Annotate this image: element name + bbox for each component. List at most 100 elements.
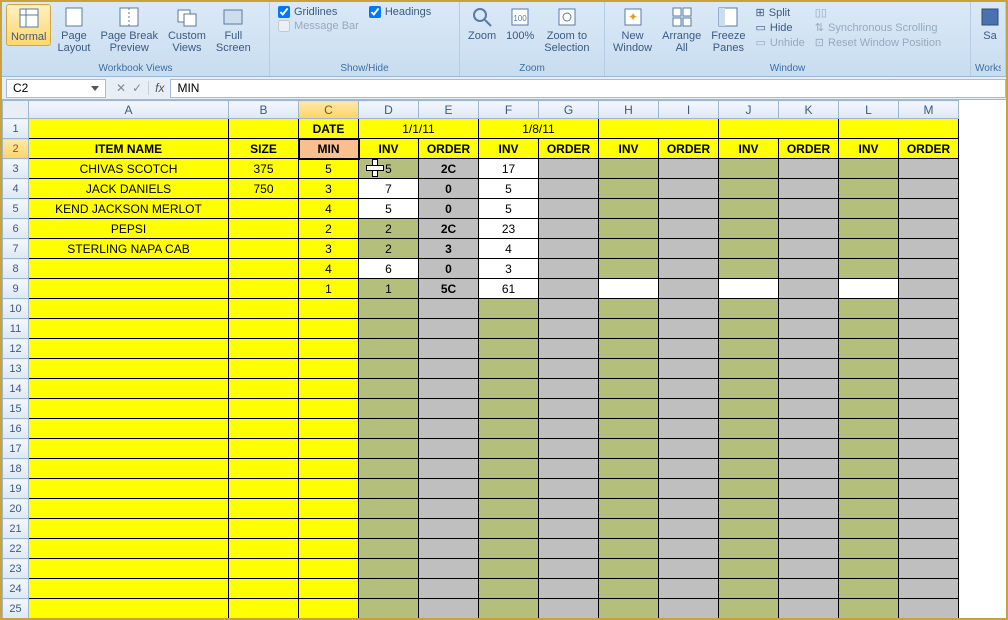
empty-cell[interactable] (29, 339, 229, 359)
empty-cell[interactable] (719, 599, 779, 619)
column-header[interactable]: H (599, 101, 659, 119)
empty-cell[interactable] (29, 419, 229, 439)
data-cell[interactable] (779, 179, 839, 199)
empty-cell[interactable] (599, 519, 659, 539)
empty-cell[interactable] (359, 539, 419, 559)
data-cell[interactable] (839, 279, 899, 299)
empty-cell[interactable] (229, 399, 299, 419)
empty-cell[interactable] (659, 459, 719, 479)
empty-cell[interactable] (779, 599, 839, 619)
select-all-corner[interactable] (3, 101, 29, 119)
empty-cell[interactable] (29, 399, 229, 419)
empty-cell[interactable] (539, 359, 599, 379)
empty-cell[interactable] (29, 499, 229, 519)
empty-cell[interactable] (599, 399, 659, 419)
page-break-button[interactable]: Page Break Preview (96, 4, 161, 56)
column-header[interactable]: M (899, 101, 959, 119)
empty-cell[interactable] (229, 359, 299, 379)
data-cell[interactable]: 23 (479, 219, 539, 239)
empty-cell[interactable] (229, 599, 299, 619)
cell[interactable] (29, 119, 229, 139)
row-header[interactable]: 7 (3, 239, 29, 259)
empty-cell[interactable] (539, 319, 599, 339)
empty-cell[interactable] (719, 319, 779, 339)
empty-cell[interactable] (359, 519, 419, 539)
zoom-selection-button[interactable]: Zoom to Selection (540, 4, 593, 56)
empty-cell[interactable] (659, 359, 719, 379)
empty-cell[interactable] (359, 439, 419, 459)
header-cell[interactable]: ORDER (899, 139, 959, 159)
empty-cell[interactable] (899, 519, 959, 539)
empty-cell[interactable] (659, 599, 719, 619)
empty-cell[interactable] (719, 519, 779, 539)
row-header[interactable]: 13 (3, 359, 29, 379)
arrange-all-button[interactable]: Arrange All (658, 4, 705, 56)
split-button[interactable]: ⊞Split (756, 6, 805, 19)
empty-cell[interactable] (719, 399, 779, 419)
empty-cell[interactable] (299, 379, 359, 399)
data-cell[interactable]: 4 (479, 239, 539, 259)
empty-cell[interactable] (229, 299, 299, 319)
data-cell[interactable] (839, 219, 899, 239)
empty-cell[interactable] (839, 399, 899, 419)
empty-cell[interactable] (229, 419, 299, 439)
empty-cell[interactable] (299, 359, 359, 379)
empty-cell[interactable] (359, 579, 419, 599)
data-cell[interactable] (719, 219, 779, 239)
empty-cell[interactable] (779, 559, 839, 579)
row-header[interactable]: 3 (3, 159, 29, 179)
empty-cell[interactable] (719, 379, 779, 399)
empty-cell[interactable] (539, 299, 599, 319)
empty-cell[interactable] (899, 539, 959, 559)
name-box[interactable]: C2 (6, 79, 106, 98)
empty-cell[interactable] (29, 479, 229, 499)
empty-cell[interactable] (599, 319, 659, 339)
empty-cell[interactable] (299, 599, 359, 619)
row-header[interactable]: 8 (3, 259, 29, 279)
empty-cell[interactable] (899, 459, 959, 479)
column-header[interactable]: A (29, 101, 229, 119)
empty-cell[interactable] (539, 379, 599, 399)
data-cell[interactable] (659, 259, 719, 279)
row-header[interactable]: 22 (3, 539, 29, 559)
empty-cell[interactable] (229, 499, 299, 519)
empty-cell[interactable] (719, 559, 779, 579)
data-cell[interactable] (839, 199, 899, 219)
normal-view-button[interactable]: Normal (6, 4, 51, 46)
data-cell[interactable] (719, 259, 779, 279)
data-cell[interactable]: 0 (419, 259, 479, 279)
empty-cell[interactable] (359, 559, 419, 579)
empty-cell[interactable] (229, 459, 299, 479)
data-cell[interactable] (719, 159, 779, 179)
date-cell[interactable] (719, 119, 839, 139)
empty-cell[interactable] (899, 399, 959, 419)
row-header[interactable]: 18 (3, 459, 29, 479)
empty-cell[interactable] (899, 499, 959, 519)
empty-cell[interactable] (659, 339, 719, 359)
empty-cell[interactable] (659, 539, 719, 559)
data-cell[interactable] (899, 159, 959, 179)
data-cell[interactable]: 0 (419, 179, 479, 199)
empty-cell[interactable] (899, 579, 959, 599)
empty-cell[interactable] (779, 579, 839, 599)
empty-cell[interactable] (839, 359, 899, 379)
empty-cell[interactable] (659, 379, 719, 399)
empty-cell[interactable] (479, 479, 539, 499)
empty-cell[interactable] (839, 499, 899, 519)
date-cell[interactable] (839, 119, 959, 139)
data-cell[interactable] (839, 259, 899, 279)
empty-cell[interactable] (839, 559, 899, 579)
data-cell[interactable]: 375 (229, 159, 299, 179)
data-cell[interactable] (719, 279, 779, 299)
empty-cell[interactable] (299, 459, 359, 479)
data-cell[interactable] (539, 239, 599, 259)
data-cell[interactable] (659, 279, 719, 299)
empty-cell[interactable] (779, 379, 839, 399)
empty-cell[interactable] (29, 459, 229, 479)
data-cell[interactable] (539, 279, 599, 299)
column-header[interactable]: C (299, 101, 359, 119)
data-cell[interactable]: 5 (479, 179, 539, 199)
empty-cell[interactable] (599, 499, 659, 519)
row-header[interactable]: 21 (3, 519, 29, 539)
headings-checkbox[interactable]: Headings (369, 6, 431, 18)
